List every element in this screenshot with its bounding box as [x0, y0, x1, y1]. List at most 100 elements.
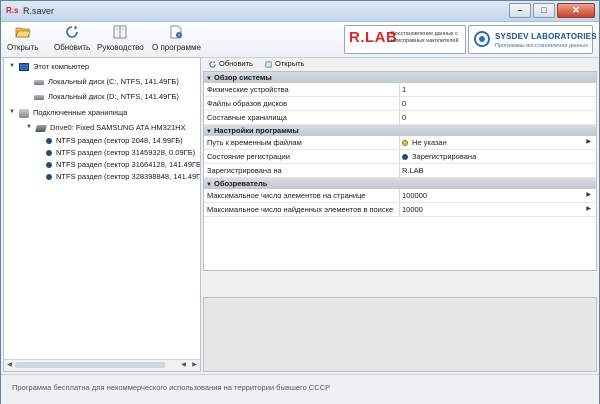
scroll-right-icon[interactable]: ▶ — [189, 360, 200, 371]
tree-item-partition[interactable]: NTFS раздел (сектор 328398848, 141.49ГБ) — [46, 170, 201, 183]
property-key: Файлы образов дисков — [207, 99, 288, 108]
property-row[interactable]: Максимальное число найденных элементов в… — [204, 203, 596, 217]
status-bar: Программа бесплатна для некоммерческого … — [1, 374, 599, 404]
temp-path-value: Не указан — [412, 138, 447, 147]
property-value: Зарегистрирована — [402, 150, 582, 163]
registered-dot-icon — [402, 154, 408, 161]
tree-node-computer[interactable]: ▼ Этот компьютер — [9, 60, 89, 73]
hard-disk-icon — [34, 79, 44, 85]
property-value: 0 — [402, 113, 407, 122]
property-row[interactable]: Состояние регистрации Зарегистрирована — [204, 150, 596, 164]
property-key: Зарегистрирована на — [207, 166, 282, 175]
minimize-button[interactable]: – — [509, 3, 531, 18]
properties-refresh-button[interactable]: Обновить — [209, 59, 253, 68]
column-divider — [399, 97, 400, 110]
tree-item-label: NTFS раздел (сектор 328398848, 141.49ГБ) — [56, 172, 201, 181]
section-title: Настройки программы — [214, 126, 299, 135]
scroll-thumb[interactable] — [15, 362, 165, 368]
section-system-overview[interactable]: ▼ Обзор системы — [204, 72, 596, 83]
hard-disk-icon — [34, 94, 44, 100]
main-toolbar: Открыть Обновить Руководство ? О програм… — [1, 22, 599, 58]
maximize-button[interactable]: □ — [533, 3, 555, 18]
column-divider — [399, 136, 400, 149]
about-button[interactable]: ? О программе — [152, 25, 201, 52]
section-browser[interactable]: ▼ Обозреватель — [204, 178, 596, 189]
column-divider — [399, 164, 400, 177]
tree-item-label: Локальный диск (C:, NTFS, 141.49ГБ) — [48, 77, 179, 86]
status-text: Программа бесплатна для некоммерческого … — [12, 383, 331, 392]
property-grid: ▼ Обзор системы Физические устройства 1 Ф… — [203, 71, 597, 271]
partition-icon — [46, 162, 52, 169]
property-row[interactable]: Составные хранилища 0 — [204, 111, 596, 125]
device-tree[interactable]: ▼ Этот компьютер Локальный диск (C:, NTF… — [3, 57, 201, 372]
column-divider — [399, 111, 400, 124]
storage-icon — [19, 108, 29, 118]
column-divider — [399, 150, 400, 163]
tree-item-disk-d[interactable]: Локальный диск (D:, NTFS, 141.49ГБ) — [34, 90, 179, 103]
about-label: О программе — [152, 43, 201, 52]
properties-refresh-label: Обновить — [219, 59, 253, 68]
property-row[interactable]: Файлы образов дисков 0 — [204, 97, 596, 111]
maximize-icon: □ — [541, 5, 547, 15]
expand-arrow-icon[interactable]: ▶ — [586, 136, 591, 149]
sysdev-subtitle: Программы восстановления данных — [495, 43, 588, 49]
document-help-icon: ? — [171, 25, 183, 39]
book-icon — [113, 25, 127, 39]
refresh-label: Обновить — [54, 43, 91, 52]
rlab-banner-text: Восстановление данных с неисправных нако… — [391, 31, 459, 44]
property-key: Состояние регистрации — [207, 152, 290, 161]
column-divider — [399, 203, 400, 216]
collapse-icon[interactable]: ▼ — [9, 60, 17, 73]
property-value: 0 — [402, 99, 407, 108]
expand-arrow-icon[interactable]: ▶ — [586, 203, 591, 216]
scroll-left-icon[interactable]: ◀ — [178, 360, 189, 371]
tree-item-label: NTFS раздел (сектор 31664128, 141.49ГБ) — [56, 160, 201, 169]
property-key: Путь к временным файлам — [207, 138, 302, 147]
sysdev-name: SYSDEV LABORATORIES — [495, 32, 597, 41]
window-controls: – □ ✕ — [507, 3, 595, 18]
minimize-icon: – — [517, 5, 523, 15]
app-window: R.s R.saver – □ ✕ Открыть Обновить Руков… — [0, 0, 600, 404]
window-title: R.saver — [23, 6, 55, 16]
tree-item-disk-c[interactable]: Локальный диск (C:, NTFS, 141.49ГБ) — [34, 75, 179, 88]
property-value[interactable]: 100000 — [402, 189, 582, 202]
scroll-left-icon[interactable]: ◀ — [4, 360, 15, 371]
collapse-icon[interactable]: ▼ — [26, 121, 34, 134]
properties-pane: Обновить Открыть ▼ Обзор системы Физическ… — [203, 57, 597, 372]
refresh-button[interactable]: Обновить — [54, 25, 90, 52]
sysdev-banner[interactable]: SYSDEV LABORATORIES Программы восстановл… — [468, 25, 597, 54]
title-bar[interactable]: R.s R.saver – □ ✕ — [1, 1, 599, 22]
warning-dot-icon — [402, 140, 408, 147]
property-row[interactable]: Зарегистрирована на R.LAB — [204, 164, 596, 178]
property-value[interactable]: 10000 — [402, 203, 582, 216]
rlab-banner[interactable]: R.LAB Восстановление данных с неисправны… — [344, 25, 466, 54]
open-label: Открыть — [7, 43, 39, 52]
tree-node-label: Drive0: Fixed SAMSUNG ATA HM321HX — [50, 123, 186, 132]
close-icon: ✕ — [572, 5, 580, 15]
open-button[interactable]: Открыть — [7, 25, 38, 52]
partition-icon — [46, 150, 52, 157]
property-row[interactable]: Максимальное число элементов на странице… — [204, 189, 596, 203]
close-button[interactable]: ✕ — [557, 3, 595, 18]
section-program-settings[interactable]: ▼ Настройки программы — [204, 125, 596, 136]
drive-icon — [35, 124, 47, 132]
tree-item-label: NTFS раздел (сектор 31459328, 0.09ГБ) — [56, 148, 196, 157]
column-divider — [399, 83, 400, 96]
horizontal-scrollbar[interactable]: ◀ ◀ ▶ — [4, 359, 200, 371]
properties-open-button[interactable]: Открыть — [265, 59, 304, 68]
collapse-icon[interactable]: ▼ — [9, 106, 17, 119]
tree-item-label: Локальный диск (D:, NTFS, 141.49ГБ) — [48, 92, 179, 101]
tree-node-storages[interactable]: ▼ Подключенные хранилища — [9, 106, 127, 119]
property-value: 1 — [402, 85, 407, 94]
manual-button[interactable]: Руководство — [97, 25, 144, 52]
folder-open-icon — [15, 27, 31, 38]
property-key: Физические устройства — [207, 85, 289, 94]
refresh-icon — [66, 25, 78, 38]
property-row[interactable]: Физические устройства 1 — [204, 83, 596, 97]
tree-node-drive0[interactable]: ▼ Drive0: Fixed SAMSUNG ATA HM321HX — [26, 121, 186, 134]
section-title: Обозреватель — [214, 179, 268, 188]
property-row[interactable]: Путь к временным файлам Не указан ▶ — [204, 136, 596, 150]
expand-arrow-icon[interactable]: ▶ — [586, 189, 591, 202]
partition-icon — [46, 174, 52, 181]
column-divider — [399, 189, 400, 202]
